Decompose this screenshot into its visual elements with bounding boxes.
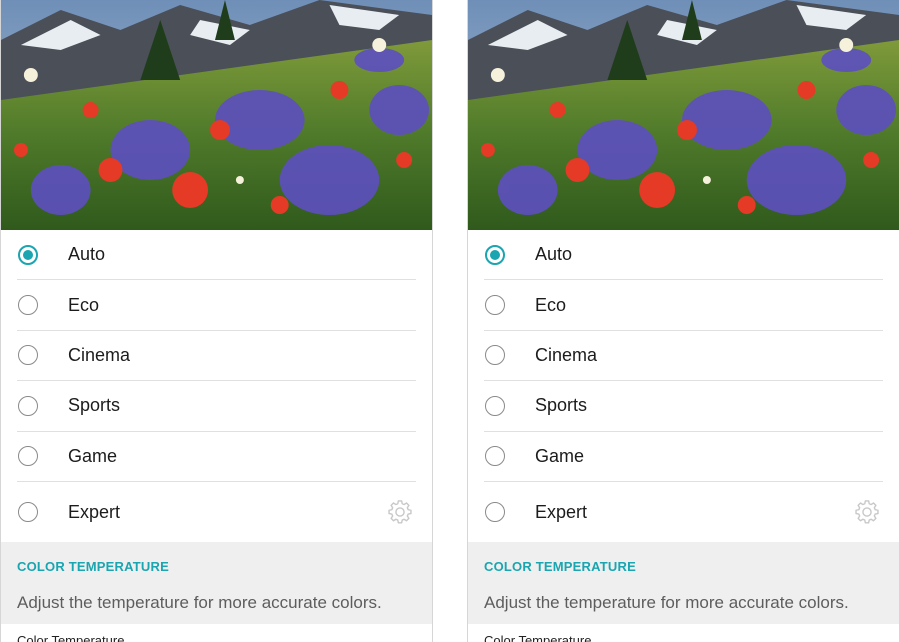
mode-option-auto[interactable]: Auto <box>484 230 883 281</box>
mode-list: Auto Eco Cinema Sports Game Expert <box>468 230 899 543</box>
mode-option-cinema[interactable]: Cinema <box>484 331 883 382</box>
radio-button[interactable] <box>18 295 38 316</box>
color-temperature-section: COLOR TEMPERATURE Adjust the temperature… <box>1 542 432 642</box>
mode-label: Sports <box>535 395 588 416</box>
mode-label: Cinema <box>535 344 598 365</box>
mode-label: Sports <box>68 395 121 416</box>
color-temperature-label: Color Temperature <box>17 633 125 642</box>
mode-option-cinema[interactable]: Cinema <box>17 331 416 382</box>
radio-button[interactable] <box>485 502 505 523</box>
radio-button[interactable] <box>18 345 38 366</box>
mode-option-eco[interactable]: Eco <box>484 280 883 331</box>
radio-button-selected[interactable] <box>18 244 38 265</box>
mode-option-eco[interactable]: Eco <box>17 280 416 331</box>
screen-left: Auto Eco Cinema Sports Game Expert COLOR… <box>0 0 433 642</box>
mode-label: Game <box>68 445 118 466</box>
radio-button-selected[interactable] <box>485 244 505 265</box>
radio-button[interactable] <box>485 295 505 316</box>
section-header: COLOR TEMPERATURE <box>484 559 636 574</box>
color-temperature-item[interactable]: Color Temperature <box>1 624 432 642</box>
mode-label: Eco <box>535 294 567 315</box>
radio-button[interactable] <box>18 446 38 467</box>
mode-label: Auto <box>535 244 573 265</box>
mode-label: Game <box>535 445 585 466</box>
mode-list: Auto Eco Cinema Sports Game Expert <box>1 230 432 543</box>
radio-button[interactable] <box>18 502 38 523</box>
radio-button[interactable] <box>485 446 505 467</box>
radio-button[interactable] <box>485 395 505 416</box>
screen-right: Auto Eco Cinema Sports Game Expert COLOR… <box>467 0 900 642</box>
radio-button[interactable] <box>18 395 38 416</box>
mode-label: Expert <box>535 501 588 522</box>
mode-option-auto[interactable]: Auto <box>17 230 416 281</box>
mode-option-game[interactable]: Game <box>17 432 416 482</box>
section-header: COLOR TEMPERATURE <box>17 559 169 574</box>
mode-option-game[interactable]: Game <box>484 432 883 482</box>
mode-label: Auto <box>68 244 106 265</box>
mode-label: Expert <box>68 501 121 522</box>
mode-label: Cinema <box>68 344 131 365</box>
gear-icon[interactable] <box>853 498 881 526</box>
gear-icon[interactable] <box>386 498 414 526</box>
section-description: Adjust the temperature for more accurate… <box>17 593 382 612</box>
mode-label: Eco <box>68 294 100 315</box>
preview-image <box>1 0 432 230</box>
mode-option-expert[interactable]: Expert <box>17 482 416 543</box>
color-temperature-label: Color Temperature <box>484 633 592 642</box>
mode-option-sports[interactable]: Sports <box>484 381 883 432</box>
color-temperature-item[interactable]: Color Temperature <box>468 624 899 642</box>
mode-option-sports[interactable]: Sports <box>17 381 416 432</box>
radio-button[interactable] <box>485 345 505 366</box>
section-description: Adjust the temperature for more accurate… <box>484 593 849 612</box>
mode-option-expert[interactable]: Expert <box>484 482 883 543</box>
preview-image <box>468 0 899 230</box>
color-temperature-section: COLOR TEMPERATURE Adjust the temperature… <box>468 542 899 642</box>
